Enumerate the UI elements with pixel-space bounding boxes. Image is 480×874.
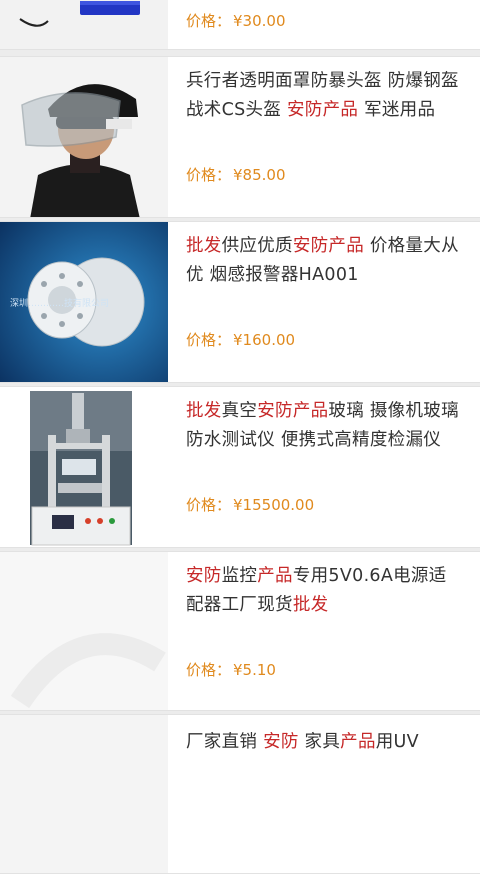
watermark-text: 深圳…………技有限公司	[10, 297, 109, 309]
product-title[interactable]: 批发真空安防产品玻璃 摄像机玻璃防水测试仪 便携式高精度检漏仪	[186, 397, 462, 455]
product-item[interactable]: 批发真空安防产品玻璃 摄像机玻璃防水测试仪 便携式高精度检漏仪 价格： ¥1550…	[0, 386, 480, 548]
product-thumbnail[interactable]	[0, 552, 168, 710]
product-item[interactable]: 安防监控产品专用5V0.6A电源适配器工厂现货批发 价格： ¥5.10	[0, 551, 480, 711]
product-thumbnail[interactable]	[0, 0, 168, 49]
product-info: 安防监控产品专用5V0.6A电源适配器工厂现货批发 价格： ¥5.10	[186, 552, 462, 710]
product-price: 价格： ¥160.00	[186, 331, 296, 349]
product-thumbnail[interactable]	[0, 57, 168, 217]
product-info: 批发真空安防产品玻璃 摄像机玻璃防水测试仪 便携式高精度检漏仪 价格： ¥1550…	[186, 387, 462, 547]
product-thumbnail[interactable]: 深圳…………技有限公司	[0, 222, 168, 382]
product-thumbnail[interactable]	[0, 387, 168, 547]
product-price: 价格： ¥30.00	[186, 12, 286, 30]
product-price: 价格： ¥85.00	[186, 166, 286, 184]
product-item[interactable]: 兵行者透明面罩防暴头盔 防爆钢盔战术CS头盔 安防产品 军迷用品 价格： ¥85.…	[0, 56, 480, 218]
product-info: 批发供应优质安防产品 价格量大从优 烟感报警器HA001 价格： ¥160.00	[186, 222, 462, 382]
product-item[interactable]: 厂家直销 安防 家具产品用UV	[0, 714, 480, 874]
product-price: 价格： ¥15500.00	[186, 496, 315, 514]
product-title[interactable]: 安防监控产品专用5V0.6A电源适配器工厂现货批发	[186, 562, 462, 620]
product-item[interactable]: 深圳…………技有限公司 批发供应优质安防产品 价格量大从优 烟感报警器HA001…	[0, 221, 480, 383]
product-price: 价格： ¥5.10	[186, 661, 276, 679]
product-thumbnail[interactable]	[0, 715, 168, 873]
product-title[interactable]: 批发供应优质安防产品 价格量大从优 烟感报警器HA001	[186, 232, 462, 290]
product-title[interactable]: 兵行者透明面罩防暴头盔 防爆钢盔战术CS头盔 安防产品 军迷用品	[186, 67, 462, 125]
product-title[interactable]: 厂家直销 安防 家具产品用UV	[186, 728, 462, 757]
product-info: 价格： ¥30.00	[186, 0, 462, 49]
product-item[interactable]: 价格： ¥30.00	[0, 0, 480, 50]
product-info: 厂家直销 安防 家具产品用UV	[186, 715, 462, 873]
product-info: 兵行者透明面罩防暴头盔 防爆钢盔战术CS头盔 安防产品 军迷用品 价格： ¥85.…	[186, 57, 462, 217]
